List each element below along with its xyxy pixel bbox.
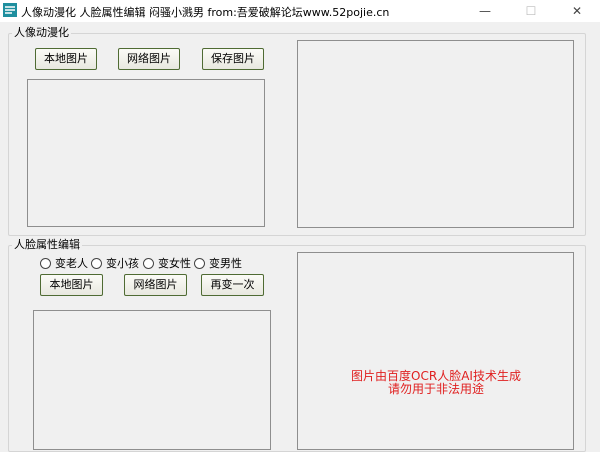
anime-source-image-panel [27,79,265,227]
maximize-button[interactable]: ☐ [508,0,554,22]
title-bar[interactable]: 人像动漫化 人脸属性编辑 闷骚小溅男 from:吾爱破解论坛www.52poji… [0,0,600,22]
anime-local-image-button[interactable]: 本地图片 [35,48,97,70]
radio-circle-icon [40,257,51,269]
anime-web-image-button[interactable]: 网络图片 [118,48,180,70]
notice-line-1: 图片由百度OCR人脸AI技术生成 [351,369,521,383]
anime-group-label: 人像动漫化 [12,26,71,39]
save-image-button[interactable]: 保存图片 [202,48,264,70]
radio-child[interactable]: 变小孩 [91,256,139,270]
radio-male[interactable]: 变男性 [194,256,242,270]
face-edit-group-label: 人脸属性编辑 [12,238,82,251]
face-web-image-button[interactable]: 网络图片 [124,274,187,296]
face-source-image-panel [33,310,271,450]
radio-circle-icon [194,257,205,269]
radio-female-label: 变女性 [158,257,191,270]
radio-circle-icon [143,257,154,269]
anime-result-image-panel [297,40,574,228]
radio-old-label: 变老人 [55,257,88,270]
radio-child-label: 变小孩 [106,257,139,270]
radio-female[interactable]: 变女性 [143,256,191,270]
close-button[interactable]: ✕ [554,0,600,22]
app-icon [3,3,17,17]
radio-old[interactable]: 变老人 [40,256,88,270]
radio-male-label: 变男性 [209,257,242,270]
notice-line-2: 请勿用于非法用途 [387,382,484,396]
face-local-image-button[interactable]: 本地图片 [40,274,103,296]
face-result-image-panel [297,252,574,450]
minimize-button[interactable]: — [462,0,508,22]
retry-button[interactable]: 再变一次 [201,274,264,296]
window-title: 人像动漫化 人脸属性编辑 闷骚小溅男 from:吾爱破解论坛www.52poji… [21,6,390,19]
radio-circle-icon [91,257,102,269]
